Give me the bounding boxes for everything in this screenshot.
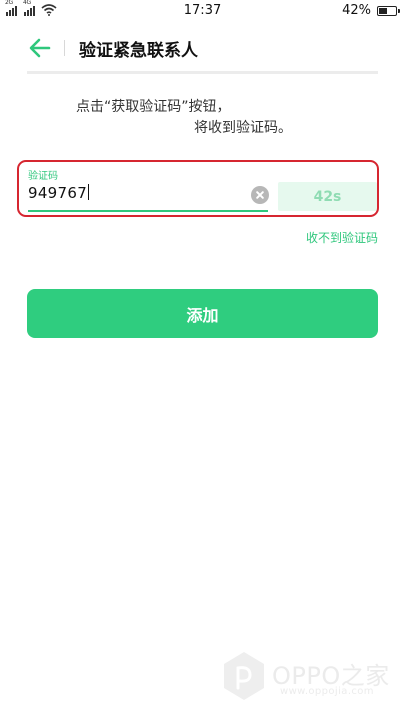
highlight-frame — [17, 160, 379, 217]
header-divider — [64, 40, 65, 56]
battery-fill — [379, 7, 387, 14]
watermark: OPPO之家 www.oppojia.com — [222, 650, 398, 706]
battery-status: 42% — [342, 3, 400, 18]
arrow-left-icon[interactable] — [28, 37, 52, 59]
battery-percent: 42% — [342, 3, 371, 18]
resend-code-link[interactable]: 收不到验证码 — [306, 229, 378, 246]
battery-icon — [377, 5, 400, 16]
header-separator — [27, 71, 378, 74]
status-bar: 2G 4G 17:37 42% — [0, 0, 405, 24]
page-header: 验证紧急联系人 — [0, 30, 405, 66]
instruction-line-2: 将收到验证码。 — [194, 120, 292, 136]
watermark-logo-icon — [224, 652, 264, 700]
page-title: 验证紧急联系人 — [79, 41, 198, 61]
instruction-line-1: 点击“获取验证码”按钮， — [76, 99, 231, 115]
watermark-url: www.oppojia.com — [280, 686, 374, 697]
add-button[interactable]: 添加 — [27, 289, 378, 338]
